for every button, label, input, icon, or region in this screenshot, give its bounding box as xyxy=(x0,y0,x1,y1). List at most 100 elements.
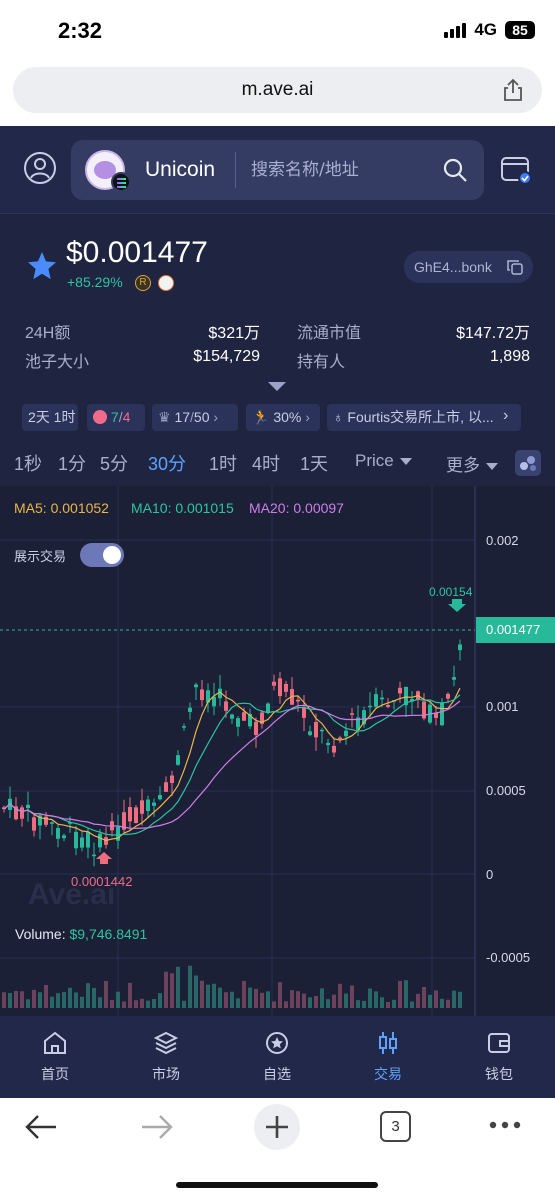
nav-market[interactable]: 市场 xyxy=(126,1030,206,1084)
nav-watchlist-label: 自选 xyxy=(263,1066,291,1082)
new-tab-button[interactable] xyxy=(254,1104,300,1150)
network-type: 4G xyxy=(474,20,497,39)
candle-body xyxy=(44,816,48,825)
candle-body xyxy=(326,742,330,746)
search-box[interactable]: Unicoin xyxy=(71,140,484,200)
runner-icon: 🏃 xyxy=(252,409,270,425)
candle-body xyxy=(50,822,54,824)
news-icon: ♁ xyxy=(333,409,344,425)
user-icon[interactable] xyxy=(23,151,57,185)
chip-money-bag[interactable]: 7/4 xyxy=(87,404,145,431)
candle-body xyxy=(182,726,186,728)
volume-bar xyxy=(410,1001,414,1008)
volume-bar xyxy=(50,996,54,1008)
ma5-line xyxy=(3,687,461,842)
nav-wallet[interactable]: 钱包 xyxy=(459,1030,539,1084)
volume-bar xyxy=(8,992,12,1008)
volume-bar xyxy=(428,994,432,1008)
token-name[interactable]: Unicoin xyxy=(145,158,215,182)
volume-bar xyxy=(26,999,30,1008)
expand-caret-icon[interactable] xyxy=(268,382,286,391)
tab-4h[interactable]: 4时 xyxy=(252,450,280,476)
candle-body xyxy=(398,687,402,694)
tab-switcher-button[interactable]: 3 xyxy=(380,1111,411,1142)
more-dropdown[interactable]: 更多 xyxy=(446,451,498,476)
price-section: $0.001477 +85.29% R GhE4...bonk 24H额 $32… xyxy=(0,214,555,394)
address-bar[interactable]: m.ave.ai xyxy=(13,67,542,113)
candle-body xyxy=(176,755,180,765)
price-mode-dropdown[interactable]: Price xyxy=(355,451,412,471)
candle-body xyxy=(266,703,270,712)
volume-bar xyxy=(452,990,456,1008)
candle-body xyxy=(320,729,324,732)
contract-address[interactable]: GhE4...bonk xyxy=(404,251,533,283)
volume-bar xyxy=(152,998,156,1008)
price-change: +85.29% xyxy=(67,274,123,290)
price-mode-label: Price xyxy=(355,451,394,470)
candle-body xyxy=(188,707,192,712)
back-icon[interactable] xyxy=(24,1112,58,1142)
volume-bar xyxy=(242,980,246,1008)
volume-bar xyxy=(422,987,426,1008)
nav-home[interactable]: 首页 xyxy=(15,1030,95,1084)
chip-runner-text: 30% xyxy=(273,409,302,425)
wallet-connect-icon[interactable] xyxy=(500,154,532,184)
candle-body xyxy=(134,807,138,823)
tab-5m[interactable]: 5分 xyxy=(100,450,128,476)
chevron-right-icon: › xyxy=(213,409,219,425)
volume-bar xyxy=(182,1000,186,1008)
candlestick-chart[interactable]: Ave.ai MA5: 0.001052 MA10: 0.001015 MA20… xyxy=(0,486,555,1016)
candle-body xyxy=(308,731,312,736)
plus-icon xyxy=(266,1116,288,1138)
candle-body xyxy=(74,831,78,849)
tab-1h[interactable]: 1时 xyxy=(209,450,237,476)
nav-trade[interactable]: 交易 xyxy=(348,1030,428,1084)
tab-1d[interactable]: 1天 xyxy=(300,450,328,476)
chip-news[interactable]: ♁ Fourtis交易所上市, 以... xyxy=(327,404,521,431)
y-tick-0.002: 0.002 xyxy=(486,533,519,548)
signal-icon xyxy=(444,22,467,38)
search-icon[interactable] xyxy=(442,157,468,183)
nav-watchlist[interactable]: 自选 xyxy=(237,1030,317,1084)
copy-icon[interactable] xyxy=(507,259,523,275)
candle-body xyxy=(302,707,306,718)
share-icon[interactable] xyxy=(502,78,524,102)
forward-icon[interactable] xyxy=(140,1112,174,1142)
candle-body xyxy=(200,689,204,701)
chip-news-text: Fourtis交易所上市, 以... xyxy=(347,409,494,425)
volume-readout: Volume: $9,746.8491 xyxy=(15,926,147,942)
more-options-icon[interactable] xyxy=(488,1120,522,1130)
search-input[interactable] xyxy=(251,157,421,183)
tab-1s[interactable]: 1秒 xyxy=(14,450,42,476)
volume-bar xyxy=(212,983,216,1008)
volume-value: $9,746.8491 xyxy=(69,926,148,942)
chip-age[interactable]: 2天 1时 xyxy=(22,404,78,431)
show-trades-toggle[interactable] xyxy=(80,543,124,567)
volume-bar xyxy=(314,995,318,1008)
app-header: Unicoin xyxy=(0,126,555,214)
tab-30m[interactable]: 30分 xyxy=(148,450,186,476)
volume-bar xyxy=(356,1000,360,1008)
chevron-right-icon[interactable]: › xyxy=(503,407,508,425)
candle-body xyxy=(212,696,216,707)
chip-bag-a: 7 xyxy=(110,409,119,425)
volume-bar xyxy=(44,984,48,1008)
ma20-label: MA20: 0.00097 xyxy=(249,500,344,516)
stat-label-holders: 持有人 xyxy=(297,354,346,371)
candle-body xyxy=(26,804,30,809)
favorite-star-icon[interactable] xyxy=(25,250,59,282)
nav-trade-label: 交易 xyxy=(374,1066,402,1082)
volume-bar xyxy=(116,991,120,1008)
candle-body xyxy=(80,837,84,848)
chip-age-text: 2天 1时 xyxy=(28,409,76,425)
stat-value-volume: $321万 xyxy=(208,325,260,342)
chip-runner[interactable]: 🏃 30% › xyxy=(246,404,320,431)
tab-1m[interactable]: 1分 xyxy=(58,450,86,476)
candle-body xyxy=(338,737,342,739)
chip-crown[interactable]: ♛ 17/50 › xyxy=(152,404,238,431)
candle-body xyxy=(440,702,444,726)
indicator-settings-button[interactable] xyxy=(515,450,541,476)
stat-value-market-cap: $147.72万 xyxy=(456,325,530,342)
browser-toolbar: 3 xyxy=(0,1098,555,1200)
volume-bar xyxy=(344,993,348,1008)
